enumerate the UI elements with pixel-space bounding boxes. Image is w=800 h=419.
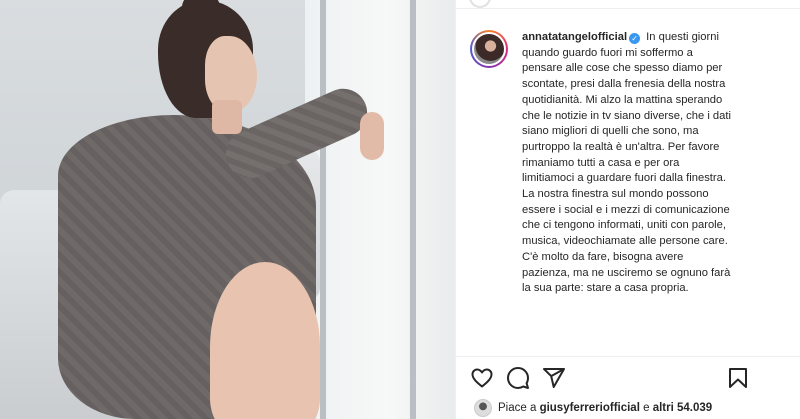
header-avatar[interactable] (469, 0, 491, 8)
leg (210, 262, 320, 419)
hand (360, 112, 384, 160)
post-side-panel: annatatangelofficial ✓ In questi giorni q… (455, 0, 800, 419)
caption-text: annatatangelofficial ✓ In questi giorni q… (522, 30, 732, 360)
neck (212, 100, 242, 134)
author-username[interactable]: annatatangelofficial (522, 31, 627, 43)
author-avatar[interactable] (470, 30, 508, 68)
heart-icon[interactable] (470, 366, 494, 390)
author-avatar-border (472, 32, 506, 66)
post-actions (456, 362, 800, 394)
section-divider (456, 356, 800, 357)
window-frame (410, 0, 416, 419)
window-background (305, 0, 455, 419)
likes-conjunction: e (639, 402, 653, 414)
verified-badge-icon: ✓ (629, 33, 641, 44)
post-header-strip (456, 0, 800, 9)
liker-avatar[interactable] (474, 399, 492, 417)
likes-others-count[interactable]: altri 54.039 (653, 402, 712, 414)
post-caption: annatatangelofficial ✓ In questi giorni q… (470, 30, 790, 360)
window-frame (320, 0, 326, 419)
likes-prefix: Piace a (498, 402, 540, 414)
author-avatar-image (474, 34, 504, 64)
share-icon[interactable] (542, 366, 566, 390)
bookmark-icon[interactable] (726, 366, 750, 390)
caption-body: In questi giorni quando guardo fuori mi … (522, 31, 731, 295)
likes-summary: Piace a giusyferreriofficial e altri 54.… (474, 398, 712, 418)
liker-username[interactable]: giusyferreriofficial (540, 402, 640, 414)
comment-icon[interactable] (506, 366, 530, 390)
post-photo[interactable] (0, 0, 455, 419)
